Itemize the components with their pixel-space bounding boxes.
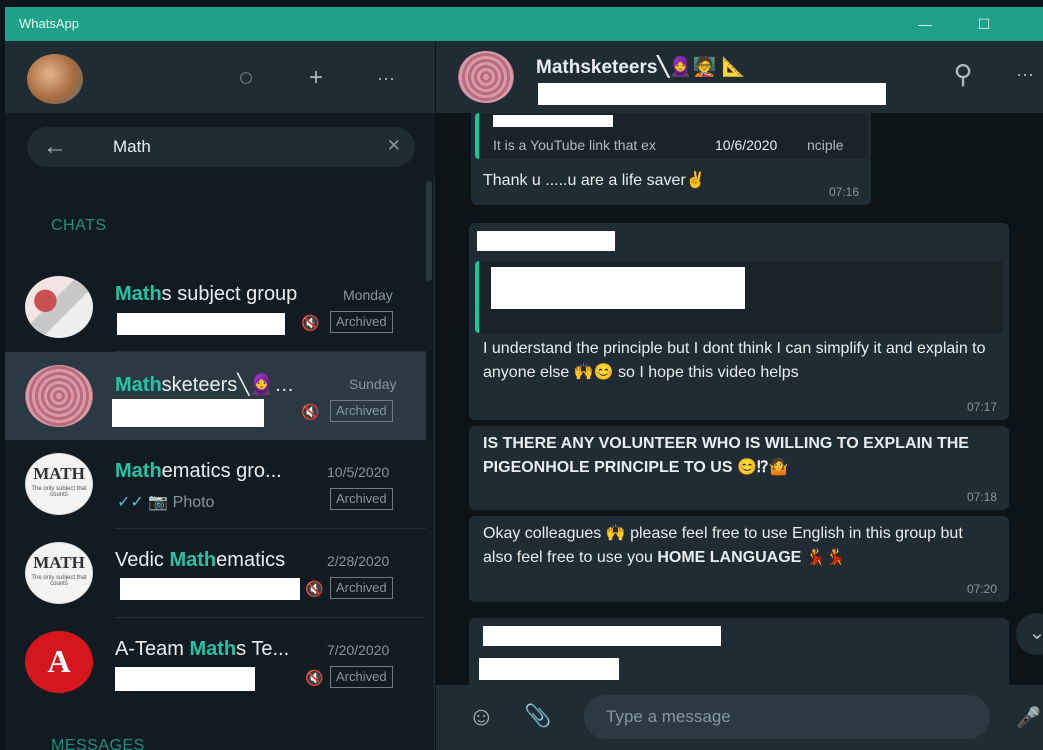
read-ticks-icon: ✓✓ (117, 494, 144, 511)
message-time: 07:17 (966, 400, 997, 414)
message-time: 07:16 (828, 185, 859, 199)
quoted-message[interactable]: It is a YouTube link that ex 10/6/2020 n… (475, 113, 867, 159)
redacted-participants (538, 83, 886, 105)
whatsapp-window: WhatsApp — ☐ ◌ + ··· ← ✕ CHATS Maths sub… (5, 7, 1043, 750)
chat-row-mathematics-group[interactable]: MATH The only subject that counts Mathema… (5, 440, 426, 528)
chat-avatar: MATH The only subject that counts (25, 453, 93, 515)
redacted-quote (491, 267, 745, 309)
chat-name: A-Team Maths Te... (115, 638, 290, 660)
chat-date: 7/20/2020 (327, 642, 390, 658)
chat-date: 10/5/2020 (327, 464, 390, 480)
redacted-preview (120, 578, 300, 600)
message-bubble (469, 618, 1009, 685)
message-bubble: I understand the principle but I dont th… (469, 223, 1009, 420)
chat-date: 2/28/2020 (327, 553, 390, 569)
search-input[interactable] (113, 135, 373, 159)
chat-avatar (25, 365, 93, 427)
message-time: 07:20 (966, 582, 997, 596)
section-label-chats: CHATS (51, 217, 107, 234)
search-box: ← ✕ (27, 127, 415, 167)
menu-icon[interactable]: ··· (371, 63, 401, 93)
camera-icon: 📷 (148, 494, 169, 511)
redacted-preview (115, 667, 255, 691)
archived-badge: Archived (330, 577, 393, 599)
message-text: IS THERE ANY VOLUNTEER WHO IS WILLING TO… (483, 435, 969, 476)
quoted-text: It is a YouTube link that ex (493, 137, 656, 153)
section-label-messages: MESSAGES (51, 737, 145, 750)
chat-list-pane: ◌ + ··· ← ✕ CHATS Maths subject group Mo… (5, 41, 435, 750)
chat-date: Sunday (349, 376, 397, 392)
back-arrow-icon[interactable]: ← (43, 133, 67, 161)
muted-icon: 🔇 (301, 315, 320, 332)
chat-avatar: A (25, 631, 93, 693)
chat-row-mathsketeers[interactable]: Mathsketeers╲🧕… Sunday 🔇 Archived (5, 352, 426, 440)
redacted-sender (477, 231, 615, 251)
chat-avatar (25, 276, 93, 338)
compose-bar: ☺ 📎 🎤 (436, 685, 1043, 750)
archived-badge: Archived (330, 488, 393, 510)
chat-row-a-team-maths[interactable]: A A-Team Maths Te... 7/20/2020 🔇 Archive… (5, 618, 426, 706)
group-avatar[interactable] (458, 51, 514, 103)
message-bubble: Okay colleagues 🙌 please feel free to us… (469, 516, 1009, 602)
chat-name: Mathsketeers╲🧕… (115, 374, 295, 396)
redacted-preview (117, 313, 285, 335)
scroll-down-button[interactable]: ⌄ (1016, 613, 1043, 655)
redacted-preview (112, 399, 264, 427)
message-time: 07:18 (966, 490, 997, 504)
quoted-tail: nciple (807, 137, 844, 153)
muted-icon: 🔇 (305, 670, 324, 687)
microphone-icon[interactable]: 🎤 (1016, 705, 1041, 730)
archived-badge: Archived (330, 666, 393, 688)
chat-preview: ✓✓ 📷 Photo (117, 494, 215, 511)
chat-avatar: MATH The only subject that counts (25, 542, 93, 604)
message-text: Okay colleagues 🙌 please feel free to us… (483, 525, 963, 566)
muted-icon: 🔇 (305, 581, 324, 598)
chat-row-vedic-mathematics[interactable]: MATH The only subject that counts Vedic M… (5, 529, 426, 617)
archived-badge: Archived (330, 311, 393, 333)
attach-icon[interactable]: 📎 (524, 703, 551, 729)
my-avatar[interactable] (27, 54, 83, 104)
archived-badge: Archived (330, 400, 393, 422)
message-bubble: It is a YouTube link that ex 10/6/2020 n… (471, 113, 871, 205)
redacted-message (479, 658, 619, 680)
left-header: ◌ + ··· (5, 41, 435, 113)
group-name: Mathsketeers╲🧕🧑‍🏫 📐 (536, 57, 746, 78)
emoji-icon[interactable]: ☺ (468, 701, 495, 732)
chat-name: Mathematics gro... (115, 460, 282, 482)
menu-icon[interactable]: ··· (1010, 59, 1040, 89)
redacted-sender (483, 626, 721, 646)
quoted-date: 10/6/2020 (715, 137, 778, 153)
conversation-header[interactable]: Mathsketeers╲🧕🧑‍🏫 📐 ⚲ ··· (436, 41, 1043, 113)
minimize-button[interactable]: — (911, 13, 939, 35)
muted-icon: 🔇 (301, 404, 320, 421)
quoted-message[interactable] (475, 261, 1003, 333)
message-list[interactable]: It is a YouTube link that ex 10/6/2020 n… (436, 113, 1043, 685)
chat-name: Vedic Mathematics (115, 549, 286, 571)
search-bar: ← ✕ (5, 113, 435, 177)
message-bubble: IS THERE ANY VOLUNTEER WHO IS WILLING TO… (469, 426, 1009, 510)
message-input[interactable] (584, 695, 990, 739)
new-chat-icon[interactable]: + (301, 63, 331, 93)
chat-name: Maths subject group (115, 283, 298, 305)
message-text: I understand the principle but I dont th… (483, 340, 986, 381)
app-title: WhatsApp (19, 16, 79, 31)
clear-search-icon[interactable]: ✕ (387, 136, 401, 156)
chat-date: Monday (343, 287, 393, 303)
message-text: Thank u .....u are a life saver✌ (483, 172, 706, 189)
status-icon[interactable]: ◌ (231, 63, 261, 93)
search-icon[interactable]: ⚲ (948, 59, 978, 89)
maximize-button[interactable]: ☐ (970, 13, 998, 35)
chat-row-maths-subject-group[interactable]: Maths subject group Monday 🔇 Archived (5, 263, 426, 351)
conversation-pane: Mathsketeers╲🧕🧑‍🏫 📐 ⚲ ··· It is a YouTub… (436, 41, 1043, 750)
chat-list-scrollbar[interactable] (426, 181, 432, 281)
redacted-quote-author (493, 115, 613, 127)
title-bar: WhatsApp — ☐ (5, 7, 1043, 41)
